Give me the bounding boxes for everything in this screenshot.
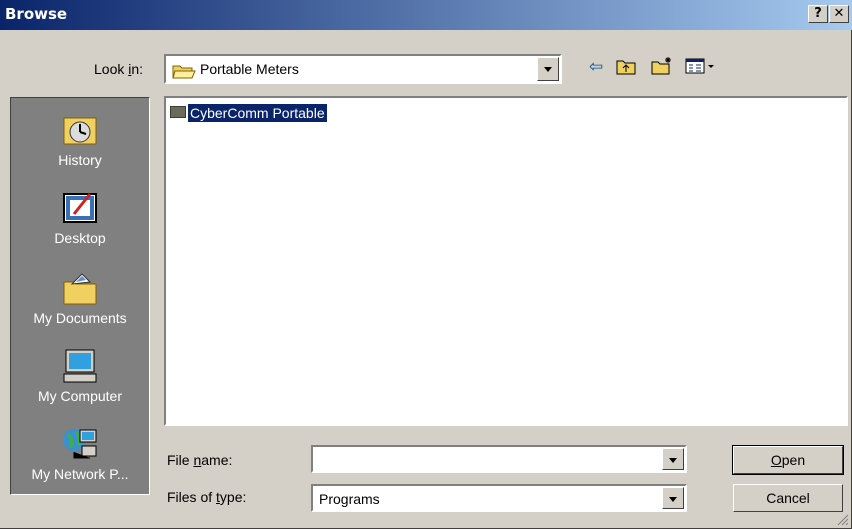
files-of-type-select[interactable]: Programs bbox=[311, 484, 687, 512]
my-computer-icon bbox=[63, 349, 97, 383]
close-button[interactable]: ✕ bbox=[829, 5, 849, 23]
view-menu-button[interactable] bbox=[684, 56, 718, 78]
file-name-dropdown-button[interactable] bbox=[662, 448, 684, 470]
file-name: CyberComm Portable bbox=[187, 103, 328, 123]
place-my-computer[interactable]: My Computer bbox=[11, 348, 149, 404]
title-bar[interactable]: Browse ? ✕ bbox=[0, 0, 852, 30]
look-in-combo[interactable]: Portable Meters bbox=[164, 54, 562, 84]
my-documents-icon bbox=[63, 273, 97, 305]
browse-dialog: Browse ? ✕ Look in: Portable Meters ⇦ Hi… bbox=[0, 0, 852, 529]
open-button[interactable]: Open bbox=[732, 445, 844, 475]
resize-grip-icon[interactable] bbox=[837, 514, 849, 526]
new-folder-icon bbox=[651, 57, 671, 75]
look-in-value: Portable Meters bbox=[200, 61, 299, 77]
open-folder-icon bbox=[172, 65, 196, 79]
file-list[interactable]: CyberComm Portable bbox=[164, 96, 848, 426]
cancel-button[interactable]: Cancel bbox=[733, 484, 843, 512]
history-icon bbox=[63, 117, 97, 145]
places-bar: History Desktop My Documents My Computer… bbox=[10, 97, 150, 495]
folder-icon bbox=[170, 106, 186, 118]
up-folder-button[interactable] bbox=[614, 56, 638, 78]
my-network-places-icon bbox=[63, 429, 97, 459]
place-history[interactable]: History bbox=[11, 112, 149, 168]
files-of-type-dropdown-button[interactable] bbox=[662, 487, 684, 509]
file-name-label: File name: bbox=[167, 452, 233, 468]
back-button[interactable]: ⇦ bbox=[584, 56, 608, 78]
help-button[interactable]: ? bbox=[808, 5, 828, 23]
new-folder-button[interactable] bbox=[650, 56, 674, 78]
file-name-input[interactable] bbox=[311, 445, 687, 473]
place-my-network-places[interactable]: My Network P... bbox=[11, 426, 149, 482]
window-title: Browse bbox=[5, 5, 68, 23]
files-of-type-label: Files of type: bbox=[167, 489, 247, 505]
view-menu-icon bbox=[685, 58, 714, 74]
look-in-dropdown-button[interactable] bbox=[537, 57, 559, 81]
place-my-documents[interactable]: My Documents bbox=[11, 270, 149, 326]
desktop-icon bbox=[63, 193, 97, 223]
place-desktop[interactable]: Desktop bbox=[11, 190, 149, 246]
up-folder-icon bbox=[616, 60, 636, 75]
files-of-type-value: Programs bbox=[319, 491, 380, 507]
look-in-label: Look in: bbox=[94, 61, 144, 77]
